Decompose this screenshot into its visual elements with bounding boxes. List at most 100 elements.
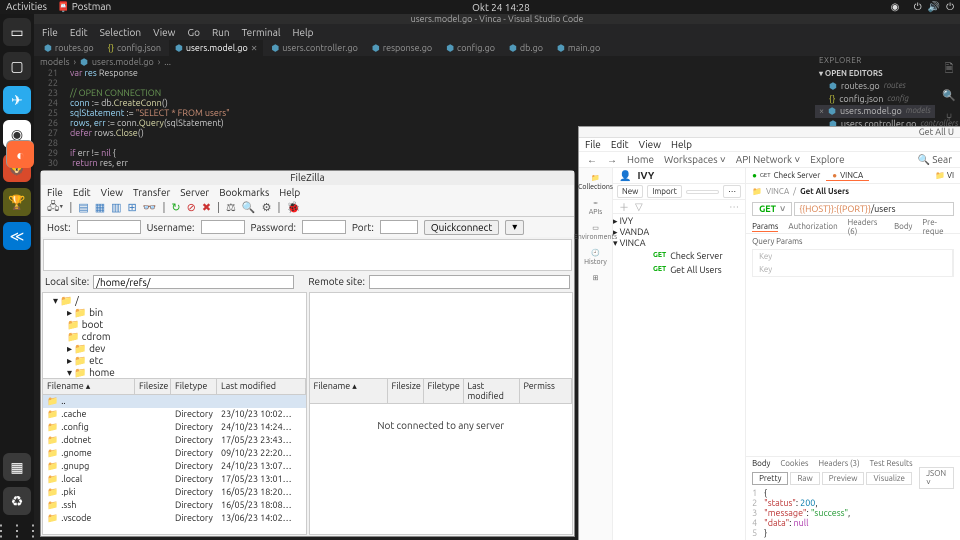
pm-resp-tab[interactable]: Headers (3) <box>819 459 860 468</box>
postman-response-body[interactable]: 1 {2 "status": 200,3 "message": "success… <box>746 486 960 540</box>
filezilla-remote-header[interactable]: Filename ▴ Filesize Filetype Last modifi… <box>310 379 573 404</box>
opts-icon[interactable]: ⋯ <box>729 201 739 213</box>
explorer-file[interactable]: ⬢ routes.go routes <box>815 80 935 93</box>
fz-tool-icon[interactable]: ▦ <box>95 201 105 214</box>
activities-button[interactable]: Activities <box>6 1 47 13</box>
view-visualize[interactable]: Visualize <box>866 472 912 485</box>
fz-tool-icon[interactable]: 🐞 <box>286 201 300 214</box>
vscode-search-icon[interactable]: 🔍 <box>942 89 956 102</box>
pm-folder-item[interactable]: ▾ VINCA <box>613 238 745 249</box>
fz-menu-item[interactable]: Bookmarks <box>219 187 269 198</box>
search-icon[interactable]: 🔍 Sear <box>918 154 952 166</box>
topbar-app[interactable]: 📮 Postman <box>57 1 111 13</box>
pm-side-item[interactable]: ∞APIs <box>589 199 603 216</box>
url-input[interactable]: {{HOST}}:{{PORT}}/users <box>794 202 954 216</box>
vscode-menu-item[interactable]: Run <box>212 27 230 38</box>
vscode-menu-item[interactable]: Selection <box>100 27 141 38</box>
pm-folder-item[interactable]: ▸ VANDA <box>613 227 745 238</box>
quickconnect-dropdown[interactable]: ▾ <box>505 220 524 235</box>
fz-sitemgr-icon[interactable]: 🖧▾ <box>47 198 63 217</box>
query-params-table[interactable]: Key Key <box>752 249 954 277</box>
fz-tool-icon[interactable]: ↻ <box>171 201 180 214</box>
list-row[interactable]: 📁.pkiDirectory16/05/23 18:20… <box>43 486 306 499</box>
vscode-tab[interactable]: ⬢users.controller.go <box>265 40 363 56</box>
fz-tool-icon[interactable]: ⚖ <box>226 201 236 214</box>
dock-vscode-icon[interactable]: ≪ <box>3 222 31 250</box>
vscode-tab[interactable]: ⬢db.go <box>503 40 549 56</box>
fz-tool-icon[interactable]: ⚙ <box>262 201 272 214</box>
pm-request-item[interactable]: GETGet All Users <box>613 263 745 277</box>
vscode-menu-item[interactable]: View <box>153 27 175 38</box>
tree-node[interactable]: 📁 boot <box>45 319 304 331</box>
dock-terminal-icon[interactable]: ▢ <box>3 52 31 80</box>
pm-resp-tab[interactable]: Test Results <box>870 459 913 468</box>
nav-fwd-icon[interactable]: → <box>607 154 617 166</box>
workspace-name[interactable]: IVY <box>637 170 654 181</box>
topbar-clock[interactable]: Okt 24 14:28 <box>111 2 890 13</box>
pm-req-tab[interactable]: Authorization <box>788 222 837 231</box>
fz-menu-item[interactable]: Edit <box>73 187 91 198</box>
new-button[interactable]: New <box>617 185 643 198</box>
tree-node[interactable]: ▸ 📁 bin <box>45 307 304 319</box>
list-row[interactable]: 📁.vscodeDirectory13/06/23 14:02… <box>43 512 306 525</box>
nav-workspaces[interactable]: Workspaces ˅ <box>664 154 726 166</box>
fz-menu-item[interactable]: View <box>101 187 123 198</box>
tree-node[interactable]: 📁 cdrom <box>45 331 304 343</box>
vscode-tab[interactable]: ⬢response.go <box>366 40 438 56</box>
explorer-file[interactable]: {} config.json config <box>815 93 935 105</box>
pm-req-tab[interactable]: Pre-reque <box>922 218 954 236</box>
pm-side-item[interactable]: 📁Collections <box>578 174 613 191</box>
fz-menu-item[interactable]: Server <box>180 187 209 198</box>
vscode-menu-item[interactable]: Help <box>293 27 314 38</box>
pm-menu-item[interactable]: File <box>585 139 601 150</box>
nav-api[interactable]: API Network ˅ <box>736 154 801 166</box>
vscode-menu-item[interactable]: Go <box>187 27 199 38</box>
close-icon[interactable]: × <box>819 106 824 117</box>
add-icon[interactable]: ＋ <box>619 199 629 214</box>
dock-postman-icon[interactable]: ◐ <box>6 140 34 168</box>
vscode-tab[interactable]: ⬢routes.go <box>38 40 100 56</box>
vscode-tab[interactable]: ⬢users.model.go ✕ <box>169 40 263 56</box>
quickconnect-button[interactable]: Quickconnect <box>424 220 499 235</box>
vscode-files-icon[interactable]: 🗎 <box>945 60 954 79</box>
fz-menu-item[interactable]: Help <box>279 187 300 198</box>
tree-node[interactable]: ▸ 📁 dev <box>45 343 304 355</box>
pm-req-tab[interactable]: Params <box>752 222 778 232</box>
fz-cancel-icon[interactable]: ⊘ <box>187 201 196 214</box>
pm-req-tab[interactable]: Body <box>894 222 912 231</box>
filezilla-local-list[interactable]: 📁..📁.cacheDirectory23/10/23 10:02…📁.conf… <box>43 395 306 534</box>
tree-node[interactable]: ▾ 📁 / <box>45 295 304 307</box>
vscode-git-icon[interactable]: ⑂ <box>946 112 953 124</box>
pm-side-item[interactable]: ▭Environments <box>574 224 617 241</box>
vscode-tab[interactable]: {}config.json <box>102 40 167 56</box>
tree-node[interactable]: ▸ 📁 etc <box>45 355 304 367</box>
list-row[interactable]: 📁.configDirectory24/10/23 14:24… <box>43 421 306 434</box>
filezilla-local-tree[interactable]: ▾ 📁 /▸ 📁 bin 📁 boot 📁 cdrom▸ 📁 dev▸ 📁 et… <box>43 293 306 379</box>
fz-tool-icon[interactable]: 🔍 <box>242 201 256 214</box>
fz-menu-item[interactable]: Transfer <box>133 187 170 198</box>
input-remotesite[interactable] <box>369 275 570 289</box>
list-row[interactable]: 📁.sshDirectory16/05/23 18:08… <box>43 499 306 512</box>
list-row[interactable]: 📁.gnomeDirectory09/10/23 22:20… <box>43 447 306 460</box>
pm-req-tab[interactable]: Headers (6) <box>848 218 884 236</box>
list-row[interactable]: 📁.. <box>43 395 306 408</box>
pm-folder-item[interactable]: ▸ IVY <box>613 216 745 227</box>
nav-back-icon[interactable]: ← <box>587 154 597 166</box>
vscode-tab[interactable]: ⬢main.go <box>551 40 606 56</box>
list-row[interactable]: 📁.cacheDirectory23/10/23 10:02… <box>43 408 306 421</box>
pm-tab[interactable]: 📁 VI <box>929 171 960 180</box>
filezilla-log[interactable] <box>43 239 572 271</box>
fz-tool-icon[interactable]: ⊞ <box>128 201 137 214</box>
pm-menu-item[interactable]: Edit <box>611 139 629 150</box>
dock-app2-icon[interactable]: ▦ <box>3 453 31 481</box>
postman-breadcrumb[interactable]: 📁 VINCA/ Get All Users <box>746 184 960 198</box>
fz-tool-icon[interactable]: ▥ <box>111 201 121 214</box>
pm-request-item[interactable]: GETCheck Server <box>613 249 745 263</box>
fz-tool-icon[interactable]: ▤ <box>78 201 88 214</box>
filezilla-remote-tree[interactable] <box>310 293 573 379</box>
pm-side-item[interactable]: 🕘History <box>584 249 607 266</box>
power-icon[interactable]: ⏻ <box>946 1 954 13</box>
nav-explore[interactable]: Explore <box>810 154 844 165</box>
pm-menu-item[interactable]: Help <box>671 139 692 150</box>
vscode-menu-item[interactable]: Terminal <box>242 27 281 38</box>
